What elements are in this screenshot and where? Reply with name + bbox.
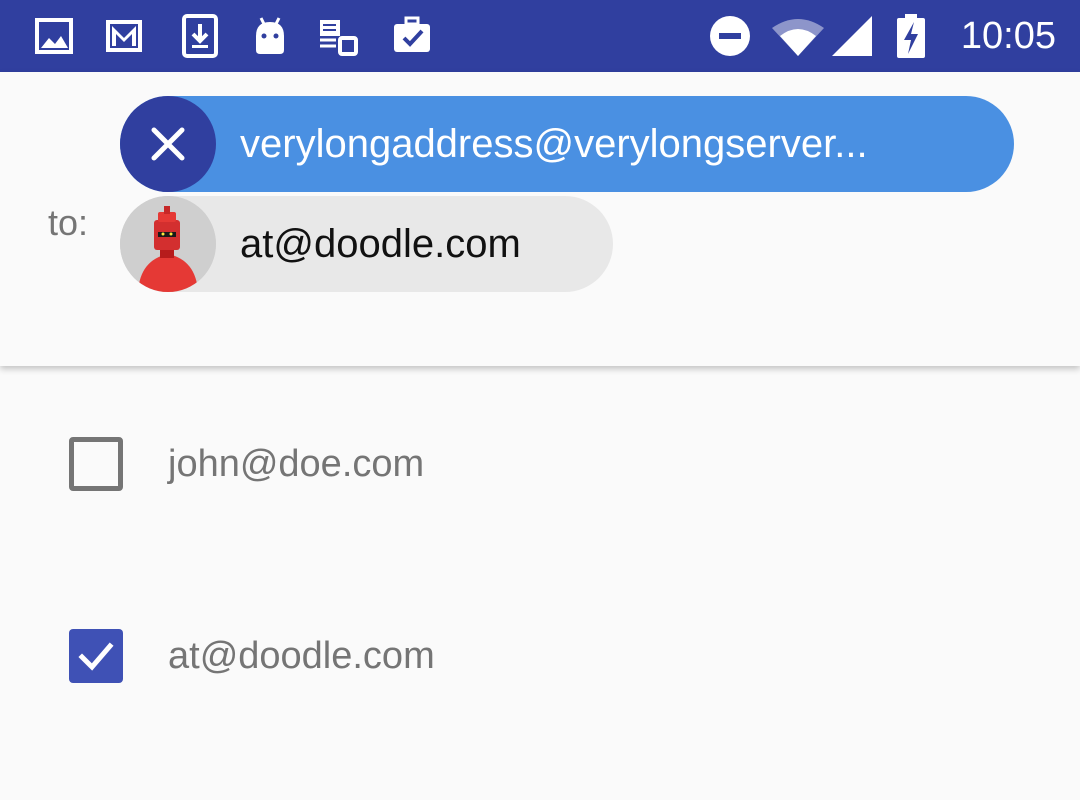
list-item[interactable]: at@doodle.com: [0, 608, 1080, 704]
wifi-icon: [770, 14, 826, 58]
close-icon[interactable]: [120, 96, 216, 192]
checkbox-unchecked[interactable]: [69, 437, 123, 491]
do-not-disturb-icon: [710, 14, 750, 58]
gmail-icon: [104, 14, 144, 58]
chip-label: at@doodle.com: [240, 221, 521, 266]
list-item[interactable]: john@doe.com: [0, 416, 1080, 512]
signal-icon: [830, 14, 874, 58]
status-bar: 10:05: [0, 0, 1080, 72]
to-label: to:: [48, 202, 89, 243]
chip-label: verylongaddress@verylongserver...: [240, 121, 868, 166]
avatar: [120, 196, 216, 292]
clock: 10:05: [960, 15, 1056, 57]
recipient-chip-selected[interactable]: verylongaddress@verylongserver...: [120, 96, 1014, 192]
contact-email: john@doe.com: [168, 442, 425, 485]
layers-icon: [318, 14, 358, 58]
check-icon: [78, 642, 114, 671]
image-icon: [34, 14, 74, 58]
recipient-chip[interactable]: at@doodle.com: [120, 196, 613, 292]
work-icon: [392, 14, 432, 58]
android-icon: [250, 14, 290, 58]
battery-charging-icon: [896, 14, 926, 58]
checkbox-checked[interactable]: [69, 629, 123, 683]
download-icon: [180, 14, 220, 58]
contact-email: at@doodle.com: [168, 634, 435, 677]
recipients-header: to: verylongaddress@verylongserver... at…: [0, 72, 1080, 366]
